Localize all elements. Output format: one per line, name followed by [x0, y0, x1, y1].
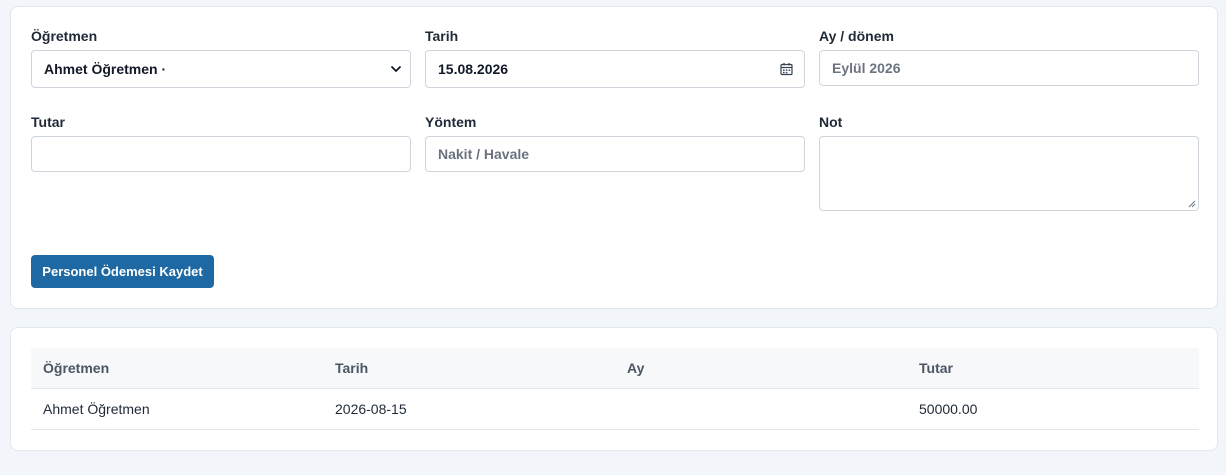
date-input-value: 15.08.2026 — [438, 61, 509, 77]
column-header-date: Tarih — [335, 360, 369, 376]
teacher-label: Öğretmen — [31, 28, 98, 44]
method-input[interactable]: Nakit / Havale — [425, 136, 805, 172]
chevron-down-icon — [391, 66, 401, 72]
calendar-icon[interactable] — [780, 63, 793, 76]
method-label: Yöntem — [425, 114, 477, 130]
teacher-select[interactable]: Ahmet Öğretmen · — [31, 50, 411, 88]
table-header: Öğretmen Tarih Ay Tutar — [31, 348, 1199, 389]
period-label: Ay / dönem — [819, 28, 894, 44]
payments-table: Öğretmen Tarih Ay Tutar Ahmet Öğretmen 2… — [31, 348, 1199, 430]
column-header-month: Ay — [627, 360, 645, 376]
note-label: Not — [819, 114, 843, 130]
note-textarea[interactable] — [819, 136, 1199, 211]
column-header-teacher: Öğretmen — [43, 360, 110, 376]
save-staff-payment-button[interactable]: Personel Ödemesi Kaydet — [31, 255, 214, 288]
payments-table-card: Öğretmen Tarih Ay Tutar Ahmet Öğretmen 2… — [10, 327, 1218, 451]
teacher-select-value: Ahmet Öğretmen · — [44, 61, 167, 77]
amount-input[interactable] — [31, 136, 411, 172]
amount-label: Tutar — [31, 114, 65, 130]
payment-form-card: Öğretmen Ahmet Öğretmen · Tarih 15.08.20… — [10, 6, 1218, 309]
cell-amount: 50000.00 — [919, 401, 978, 417]
method-placeholder: Nakit / Havale — [438, 146, 530, 162]
resize-grip-icon[interactable] — [1188, 200, 1196, 208]
period-input[interactable]: Eylül 2026 — [819, 50, 1199, 86]
period-placeholder: Eylül 2026 — [832, 60, 901, 76]
cell-teacher: Ahmet Öğretmen — [43, 401, 150, 417]
date-input[interactable]: 15.08.2026 — [425, 50, 805, 88]
date-label: Tarih — [425, 28, 459, 44]
cell-date: 2026-08-15 — [335, 401, 407, 417]
column-header-amount: Tutar — [919, 360, 953, 376]
table-row: Ahmet Öğretmen 2026-08-15 50000.00 — [31, 389, 1199, 430]
